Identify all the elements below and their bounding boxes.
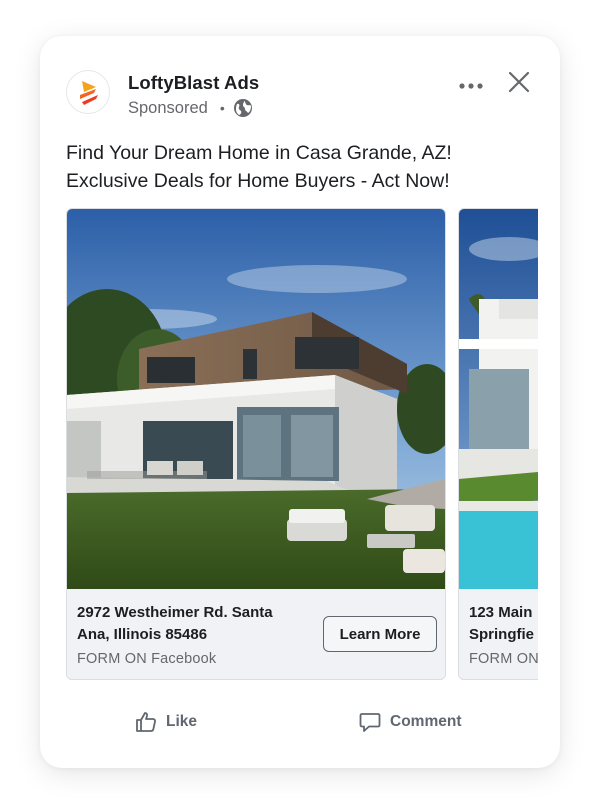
carousel-card[interactable]: 2972 Westheimer Rd. Santa Ana, Illinois …	[66, 208, 446, 680]
listing-address: 123 Main Springfie	[469, 602, 538, 646]
thumbs-up-icon	[136, 712, 156, 732]
ad-card: LoftyBlast Ads Sponsored • Find Your Dre…	[40, 36, 560, 768]
address-line: Springfie	[469, 626, 535, 643]
carousel-card[interactable]: 123 Main Springfie FORM ON	[458, 208, 538, 680]
more-options-icon[interactable]	[458, 78, 484, 94]
address-line: 123 Main	[469, 604, 533, 621]
address-line: 2972 Westheimer Rd. Santa	[77, 604, 273, 621]
listing-address: 2972 Westheimer Rd. Santa Ana, Illinois …	[77, 602, 317, 646]
learn-more-button[interactable]: Learn More	[323, 616, 437, 652]
card-caption: 123 Main Springfie FORM ON	[459, 589, 538, 679]
ad-carousel[interactable]: 2972 Westheimer Rd. Santa Ana, Illinois …	[66, 208, 538, 682]
like-button[interactable]: Like	[134, 704, 197, 740]
comment-button[interactable]: Comment	[358, 704, 461, 740]
comment-icon	[359, 713, 381, 732]
meta-separator: •	[219, 100, 225, 116]
post-meta: Sponsored •	[128, 96, 253, 120]
action-bar: Like Comment	[66, 704, 536, 740]
globe-icon[interactable]	[233, 98, 253, 118]
address-line: Ana, Illinois 85486	[77, 626, 208, 643]
brand-logo-icon	[80, 81, 98, 105]
advertiser-name[interactable]: LoftyBlast Ads	[128, 72, 259, 94]
sponsored-label: Sponsored	[128, 98, 208, 117]
comment-label: Comment	[390, 713, 462, 730]
advertiser-avatar[interactable]	[66, 70, 110, 114]
ad-body-line: Exclusive Deals for Home Buyers - Act No…	[66, 170, 450, 192]
form-source: FORM ON	[469, 651, 538, 667]
house-photo[interactable]	[67, 209, 445, 589]
card-caption: 2972 Westheimer Rd. Santa Ana, Illinois …	[67, 589, 445, 679]
close-icon[interactable]	[507, 70, 531, 94]
like-label: Like	[166, 713, 198, 730]
form-source: FORM ON Facebook	[77, 651, 217, 667]
ad-body-line: Find Your Dream Home in Casa Grande, AZ!	[66, 142, 452, 164]
post-header: LoftyBlast Ads Sponsored •	[66, 70, 536, 120]
house-photo[interactable]	[459, 209, 538, 589]
ad-body-text: Find Your Dream Home in Casa Grande, AZ!…	[66, 139, 536, 195]
